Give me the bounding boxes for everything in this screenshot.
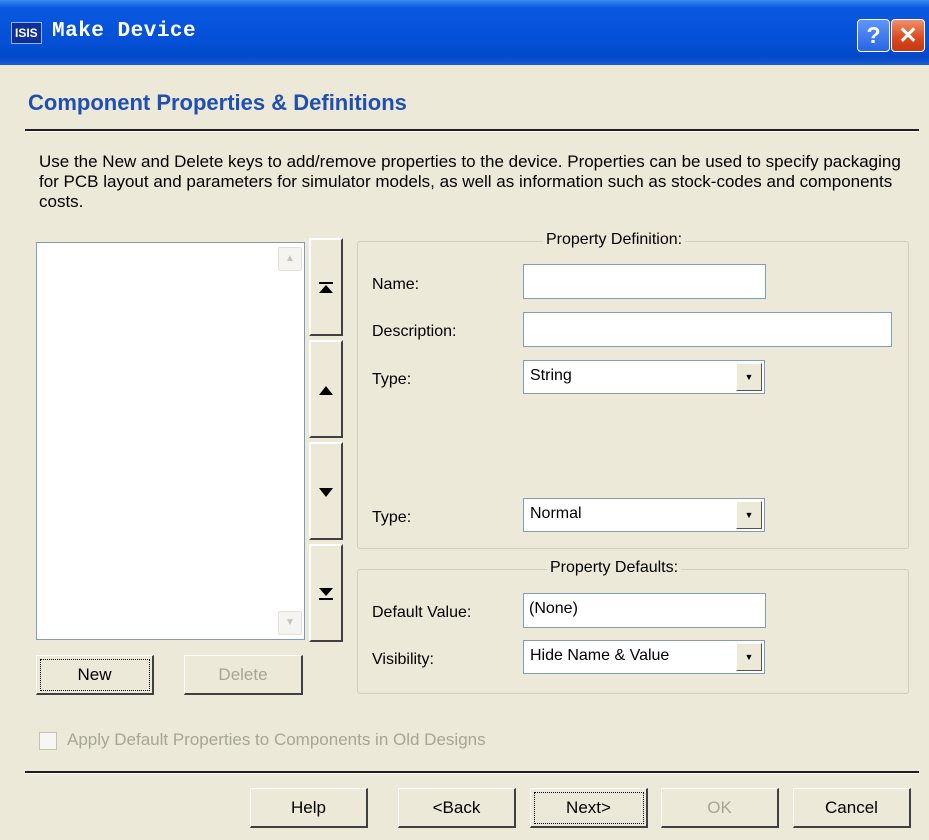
description-label: Description: (372, 323, 457, 340)
help-title-button[interactable]: ? (857, 19, 890, 52)
close-icon: ✕ (898, 22, 918, 48)
footer-divider (25, 771, 919, 774)
move-top-button[interactable] (309, 238, 343, 336)
move-bottom-button[interactable] (309, 544, 343, 642)
move-up-icon (311, 385, 341, 398)
next-button-label: Next> (566, 798, 611, 817)
type2-dropdown[interactable]: Normal ▼ (523, 498, 765, 532)
move-up-button[interactable] (309, 340, 343, 438)
chevron-down-icon: ▼ (744, 372, 754, 382)
heading-divider (25, 129, 919, 132)
type2-label: Type: (372, 509, 412, 526)
cancel-button[interactable]: Cancel (793, 788, 911, 828)
type-dropdown[interactable]: String ▼ (523, 360, 765, 394)
move-top-icon (311, 282, 341, 296)
ok-button-label: OK (707, 798, 732, 817)
title-bar[interactable]: ISIS Make Device ? ✕ (0, 0, 929, 65)
default-value-label: Default Value: (372, 604, 472, 621)
apply-defaults-checkbox[interactable] (39, 732, 57, 750)
move-bottom-icon (311, 588, 341, 602)
close-title-button[interactable]: ✕ (891, 19, 925, 52)
question-icon: ? (866, 22, 881, 48)
move-down-button[interactable] (309, 442, 343, 540)
move-down-icon (311, 487, 341, 500)
next-button[interactable]: Next> (530, 788, 648, 828)
visibility-label: Visibility: (372, 651, 434, 668)
property-definition-legend: Property Definition: (543, 231, 686, 249)
type-label: Type: (372, 371, 412, 388)
scroll-up-icon: ▲ (285, 253, 295, 264)
default-value-input[interactable]: (None) (523, 593, 766, 628)
new-button[interactable]: New (36, 655, 154, 695)
back-button-label: <Back (432, 798, 481, 817)
help-button[interactable]: Help (250, 788, 368, 828)
type-dropdown-button[interactable]: ▼ (736, 363, 762, 391)
scroll-down-icon: ▼ (285, 617, 295, 628)
property-list[interactable]: ▲ ▼ (36, 242, 305, 640)
type2-dropdown-value: Normal (530, 505, 582, 522)
name-label: Name: (372, 276, 420, 293)
apply-defaults-label: Apply Default Properties to Components i… (67, 730, 486, 749)
property-defaults-group: Property Defaults: (357, 559, 909, 694)
property-defaults-legend: Property Defaults: (547, 559, 682, 577)
scroll-down-arrow[interactable]: ▼ (278, 611, 302, 635)
chevron-down-icon: ▼ (744, 652, 754, 662)
name-input[interactable] (523, 264, 766, 299)
visibility-dropdown[interactable]: Hide Name & Value ▼ (523, 640, 765, 674)
instructions-text: Use the New and Delete keys to add/remov… (39, 152, 901, 211)
description-input[interactable] (523, 312, 892, 347)
new-button-label: New (77, 665, 112, 684)
list-scrollbar[interactable]: ▲ ▼ (278, 247, 302, 635)
chevron-down-icon: ▼ (744, 510, 754, 520)
ok-button[interactable]: OK (661, 788, 779, 828)
section-heading: Component Properties & Definitions (28, 90, 407, 115)
window-title: Make Device (52, 20, 197, 43)
delete-button-label: Delete (218, 665, 268, 684)
type2-dropdown-button[interactable]: ▼ (736, 501, 762, 529)
back-button[interactable]: <Back (398, 788, 516, 828)
type-dropdown-value: String (530, 367, 572, 384)
cancel-button-label: Cancel (825, 798, 878, 817)
visibility-dropdown-value: Hide Name & Value (530, 647, 670, 664)
scroll-up-arrow[interactable]: ▲ (278, 247, 302, 271)
visibility-dropdown-button[interactable]: ▼ (736, 643, 762, 671)
help-button-label: Help (291, 798, 326, 817)
delete-button[interactable]: Delete (184, 655, 303, 695)
app-icon: ISIS (11, 22, 42, 44)
